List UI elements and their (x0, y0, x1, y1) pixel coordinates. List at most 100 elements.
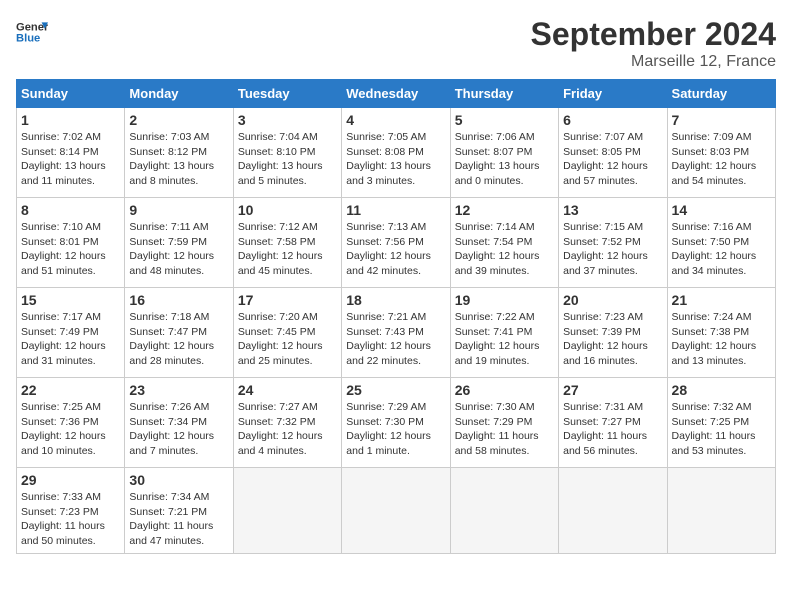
col-friday: Friday (559, 80, 667, 108)
day-number: 18 (346, 292, 445, 308)
day-number: 20 (563, 292, 662, 308)
day-info: Sunrise: 7:22 AM Sunset: 7:41 PM Dayligh… (455, 310, 554, 369)
calendar-day-cell (559, 468, 667, 554)
day-info: Sunrise: 7:31 AM Sunset: 7:27 PM Dayligh… (563, 400, 662, 459)
day-info: Sunrise: 7:02 AM Sunset: 8:14 PM Dayligh… (21, 130, 120, 189)
calendar-day-cell: 18 Sunrise: 7:21 AM Sunset: 7:43 PM Dayl… (342, 288, 450, 378)
calendar-day-cell: 3 Sunrise: 7:04 AM Sunset: 8:10 PM Dayli… (233, 108, 341, 198)
calendar-day-cell (450, 468, 558, 554)
calendar-day-cell: 13 Sunrise: 7:15 AM Sunset: 7:52 PM Dayl… (559, 198, 667, 288)
day-info: Sunrise: 7:03 AM Sunset: 8:12 PM Dayligh… (129, 130, 228, 189)
day-info: Sunrise: 7:23 AM Sunset: 7:39 PM Dayligh… (563, 310, 662, 369)
svg-text:Blue: Blue (16, 33, 40, 45)
calendar-day-cell: 17 Sunrise: 7:20 AM Sunset: 7:45 PM Dayl… (233, 288, 341, 378)
day-number: 24 (238, 382, 337, 398)
calendar-day-cell: 5 Sunrise: 7:06 AM Sunset: 8:07 PM Dayli… (450, 108, 558, 198)
calendar-day-cell: 30 Sunrise: 7:34 AM Sunset: 7:21 PM Dayl… (125, 468, 233, 554)
calendar-day-cell: 21 Sunrise: 7:24 AM Sunset: 7:38 PM Dayl… (667, 288, 775, 378)
day-number: 30 (129, 472, 228, 488)
day-number: 19 (455, 292, 554, 308)
day-info: Sunrise: 7:29 AM Sunset: 7:30 PM Dayligh… (346, 400, 445, 459)
day-info: Sunrise: 7:17 AM Sunset: 7:49 PM Dayligh… (21, 310, 120, 369)
logo: General Blue (16, 16, 48, 48)
day-info: Sunrise: 7:24 AM Sunset: 7:38 PM Dayligh… (672, 310, 771, 369)
calendar-day-cell: 16 Sunrise: 7:18 AM Sunset: 7:47 PM Dayl… (125, 288, 233, 378)
calendar-day-cell: 7 Sunrise: 7:09 AM Sunset: 8:03 PM Dayli… (667, 108, 775, 198)
calendar-day-cell: 14 Sunrise: 7:16 AM Sunset: 7:50 PM Dayl… (667, 198, 775, 288)
day-number: 7 (672, 112, 771, 128)
col-saturday: Saturday (667, 80, 775, 108)
calendar-day-cell: 15 Sunrise: 7:17 AM Sunset: 7:49 PM Dayl… (17, 288, 125, 378)
calendar-day-cell: 28 Sunrise: 7:32 AM Sunset: 7:25 PM Dayl… (667, 378, 775, 468)
day-info: Sunrise: 7:30 AM Sunset: 7:29 PM Dayligh… (455, 400, 554, 459)
calendar-day-cell: 24 Sunrise: 7:27 AM Sunset: 7:32 PM Dayl… (233, 378, 341, 468)
day-info: Sunrise: 7:25 AM Sunset: 7:36 PM Dayligh… (21, 400, 120, 459)
day-info: Sunrise: 7:32 AM Sunset: 7:25 PM Dayligh… (672, 400, 771, 459)
calendar-day-cell (233, 468, 341, 554)
day-number: 4 (346, 112, 445, 128)
day-number: 27 (563, 382, 662, 398)
day-info: Sunrise: 7:18 AM Sunset: 7:47 PM Dayligh… (129, 310, 228, 369)
calendar-day-cell: 27 Sunrise: 7:31 AM Sunset: 7:27 PM Dayl… (559, 378, 667, 468)
calendar-day-cell: 23 Sunrise: 7:26 AM Sunset: 7:34 PM Dayl… (125, 378, 233, 468)
day-number: 28 (672, 382, 771, 398)
day-number: 25 (346, 382, 445, 398)
title-area: September 2024 Marseille 12, France (531, 16, 776, 71)
day-info: Sunrise: 7:27 AM Sunset: 7:32 PM Dayligh… (238, 400, 337, 459)
header: General Blue September 2024 Marseille 12… (16, 16, 776, 71)
day-number: 10 (238, 202, 337, 218)
day-number: 3 (238, 112, 337, 128)
day-number: 26 (455, 382, 554, 398)
calendar-week-row: 29 Sunrise: 7:33 AM Sunset: 7:23 PM Dayl… (17, 468, 776, 554)
day-info: Sunrise: 7:06 AM Sunset: 8:07 PM Dayligh… (455, 130, 554, 189)
day-info: Sunrise: 7:07 AM Sunset: 8:05 PM Dayligh… (563, 130, 662, 189)
day-number: 22 (21, 382, 120, 398)
day-number: 15 (21, 292, 120, 308)
col-thursday: Thursday (450, 80, 558, 108)
day-number: 21 (672, 292, 771, 308)
calendar-table: Sunday Monday Tuesday Wednesday Thursday… (16, 79, 776, 554)
day-number: 16 (129, 292, 228, 308)
day-info: Sunrise: 7:33 AM Sunset: 7:23 PM Dayligh… (21, 490, 120, 549)
month-title: September 2024 (531, 16, 776, 53)
calendar-day-cell: 8 Sunrise: 7:10 AM Sunset: 8:01 PM Dayli… (17, 198, 125, 288)
day-info: Sunrise: 7:09 AM Sunset: 8:03 PM Dayligh… (672, 130, 771, 189)
day-number: 23 (129, 382, 228, 398)
day-number: 1 (21, 112, 120, 128)
calendar-day-cell: 1 Sunrise: 7:02 AM Sunset: 8:14 PM Dayli… (17, 108, 125, 198)
calendar-day-cell: 25 Sunrise: 7:29 AM Sunset: 7:30 PM Dayl… (342, 378, 450, 468)
day-number: 5 (455, 112, 554, 128)
day-info: Sunrise: 7:34 AM Sunset: 7:21 PM Dayligh… (129, 490, 228, 549)
day-number: 29 (21, 472, 120, 488)
calendar-day-cell: 29 Sunrise: 7:33 AM Sunset: 7:23 PM Dayl… (17, 468, 125, 554)
day-info: Sunrise: 7:11 AM Sunset: 7:59 PM Dayligh… (129, 220, 228, 279)
day-number: 9 (129, 202, 228, 218)
day-number: 8 (21, 202, 120, 218)
day-info: Sunrise: 7:14 AM Sunset: 7:54 PM Dayligh… (455, 220, 554, 279)
calendar-day-cell: 22 Sunrise: 7:25 AM Sunset: 7:36 PM Dayl… (17, 378, 125, 468)
day-info: Sunrise: 7:13 AM Sunset: 7:56 PM Dayligh… (346, 220, 445, 279)
calendar-day-cell: 11 Sunrise: 7:13 AM Sunset: 7:56 PM Dayl… (342, 198, 450, 288)
calendar-day-cell: 6 Sunrise: 7:07 AM Sunset: 8:05 PM Dayli… (559, 108, 667, 198)
calendar-day-cell: 12 Sunrise: 7:14 AM Sunset: 7:54 PM Dayl… (450, 198, 558, 288)
calendar-day-cell: 10 Sunrise: 7:12 AM Sunset: 7:58 PM Dayl… (233, 198, 341, 288)
location-title: Marseille 12, France (531, 53, 776, 71)
calendar-day-cell: 4 Sunrise: 7:05 AM Sunset: 8:08 PM Dayli… (342, 108, 450, 198)
day-number: 17 (238, 292, 337, 308)
day-info: Sunrise: 7:16 AM Sunset: 7:50 PM Dayligh… (672, 220, 771, 279)
day-info: Sunrise: 7:15 AM Sunset: 7:52 PM Dayligh… (563, 220, 662, 279)
day-info: Sunrise: 7:20 AM Sunset: 7:45 PM Dayligh… (238, 310, 337, 369)
calendar-week-row: 22 Sunrise: 7:25 AM Sunset: 7:36 PM Dayl… (17, 378, 776, 468)
calendar-week-row: 8 Sunrise: 7:10 AM Sunset: 8:01 PM Dayli… (17, 198, 776, 288)
day-info: Sunrise: 7:12 AM Sunset: 7:58 PM Dayligh… (238, 220, 337, 279)
calendar-day-cell: 2 Sunrise: 7:03 AM Sunset: 8:12 PM Dayli… (125, 108, 233, 198)
logo-icon: General Blue (16, 16, 48, 48)
day-info: Sunrise: 7:10 AM Sunset: 8:01 PM Dayligh… (21, 220, 120, 279)
day-number: 2 (129, 112, 228, 128)
calendar-day-cell: 19 Sunrise: 7:22 AM Sunset: 7:41 PM Dayl… (450, 288, 558, 378)
calendar-week-row: 15 Sunrise: 7:17 AM Sunset: 7:49 PM Dayl… (17, 288, 776, 378)
calendar-week-row: 1 Sunrise: 7:02 AM Sunset: 8:14 PM Dayli… (17, 108, 776, 198)
calendar-day-cell (667, 468, 775, 554)
day-number: 6 (563, 112, 662, 128)
calendar-day-cell: 26 Sunrise: 7:30 AM Sunset: 7:29 PM Dayl… (450, 378, 558, 468)
